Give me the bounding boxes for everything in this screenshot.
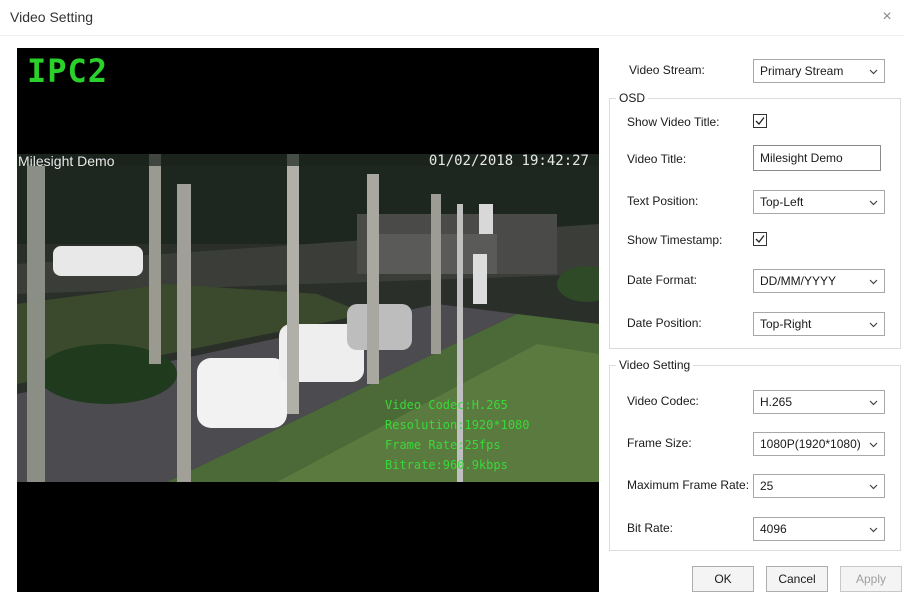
chevron-down-icon bbox=[869, 322, 878, 328]
osd-channel-name: IPC2 bbox=[27, 52, 109, 90]
date-format-value: DD/MM/YYYY bbox=[760, 274, 837, 288]
chevron-down-icon bbox=[869, 279, 878, 285]
checkmark-icon bbox=[755, 235, 765, 243]
osd-video-title: Milesight Demo bbox=[18, 153, 115, 169]
date-format-row: Date Format: DD/MM/YYYY bbox=[609, 267, 901, 293]
video-codec-row: Video Codec: H.265 bbox=[609, 388, 901, 414]
chevron-down-icon bbox=[869, 200, 878, 206]
date-format-select[interactable]: DD/MM/YYYY bbox=[753, 269, 885, 293]
text-position-label: Text Position: bbox=[627, 194, 699, 208]
frame-size-value: 1080P(1920*1080) bbox=[760, 437, 861, 451]
chevron-down-icon bbox=[869, 400, 878, 406]
video-preview: IPC2 Milesight Demo 01/02/2018 19:42:27 … bbox=[17, 48, 599, 592]
video-title-label: Video Title: bbox=[627, 152, 687, 166]
osd-info-codec: Video Codec:H.265 bbox=[385, 398, 508, 412]
video-codec-select[interactable]: H.265 bbox=[753, 390, 885, 414]
show-timestamp-label: Show Timestamp: bbox=[627, 233, 723, 247]
date-format-label: Date Format: bbox=[627, 273, 698, 287]
text-position-select[interactable]: Top-Left bbox=[753, 190, 885, 214]
show-video-title-row: Show Video Title: bbox=[609, 109, 901, 135]
frame-size-row: Frame Size: 1080P(1920*1080) bbox=[609, 430, 901, 456]
video-setting-group-label: Video Setting bbox=[616, 358, 694, 372]
video-stream-value: Primary Stream bbox=[760, 64, 844, 78]
show-video-title-label: Show Video Title: bbox=[627, 115, 720, 129]
video-title-row: Video Title: bbox=[609, 145, 901, 172]
max-frame-rate-label: Maximum Frame Rate: bbox=[627, 478, 750, 492]
osd-info-resolution: Resolution:1920*1080 bbox=[385, 418, 530, 432]
max-frame-rate-select[interactable]: 25 bbox=[753, 474, 885, 498]
show-video-title-checkbox[interactable] bbox=[753, 114, 767, 128]
video-codec-label: Video Codec: bbox=[627, 394, 699, 408]
chevron-down-icon bbox=[869, 442, 878, 448]
close-icon[interactable]: × bbox=[878, 8, 896, 26]
bit-rate-row: Bit Rate: 4096 bbox=[609, 515, 901, 541]
ok-button[interactable]: OK bbox=[692, 566, 754, 592]
video-title-input[interactable] bbox=[753, 145, 881, 171]
video-stream-row: Video Stream: Primary Stream bbox=[609, 57, 901, 83]
chevron-down-icon bbox=[869, 484, 878, 490]
bit-rate-value: 4096 bbox=[760, 522, 787, 536]
cancel-button[interactable]: Cancel bbox=[766, 566, 828, 592]
date-position-label: Date Position: bbox=[627, 316, 702, 330]
chevron-down-icon bbox=[869, 69, 878, 75]
osd-group-label: OSD bbox=[616, 91, 649, 105]
max-frame-rate-value: 25 bbox=[760, 479, 774, 493]
chevron-down-icon bbox=[869, 527, 878, 533]
title-bar: Video Setting × bbox=[0, 0, 904, 36]
max-frame-rate-row: Maximum Frame Rate: 25 bbox=[609, 472, 901, 498]
osd-info-frame-rate: Frame Rate:25fps bbox=[385, 438, 501, 452]
osd-stream-info: Video Codec:H.265 Resolution:1920*1080 F… bbox=[385, 395, 530, 475]
text-position-row: Text Position: Top-Left bbox=[609, 188, 901, 214]
show-timestamp-checkbox[interactable] bbox=[753, 232, 767, 246]
bit-rate-label: Bit Rate: bbox=[627, 521, 674, 535]
osd-info-bitrate: Bitrate:960.9kbps bbox=[385, 458, 508, 472]
date-position-row: Date Position: Top-Right bbox=[609, 310, 901, 336]
frame-size-label: Frame Size: bbox=[627, 436, 692, 450]
window-title: Video Setting bbox=[10, 9, 94, 25]
date-position-select[interactable]: Top-Right bbox=[753, 312, 885, 336]
settings-panel: Video Stream: Primary Stream OSD Show Vi… bbox=[609, 48, 901, 598]
osd-timestamp: 01/02/2018 19:42:27 bbox=[428, 153, 589, 169]
date-position-value: Top-Right bbox=[760, 317, 812, 331]
bit-rate-select[interactable]: 4096 bbox=[753, 517, 885, 541]
text-position-value: Top-Left bbox=[760, 195, 804, 209]
show-timestamp-row: Show Timestamp: bbox=[609, 227, 901, 253]
video-codec-value: H.265 bbox=[760, 395, 793, 409]
video-stream-select[interactable]: Primary Stream bbox=[753, 59, 885, 83]
checkmark-icon bbox=[755, 117, 765, 125]
video-stream-label: Video Stream: bbox=[629, 63, 705, 77]
frame-size-select[interactable]: 1080P(1920*1080) bbox=[753, 432, 885, 456]
apply-button[interactable]: Apply bbox=[840, 566, 902, 592]
